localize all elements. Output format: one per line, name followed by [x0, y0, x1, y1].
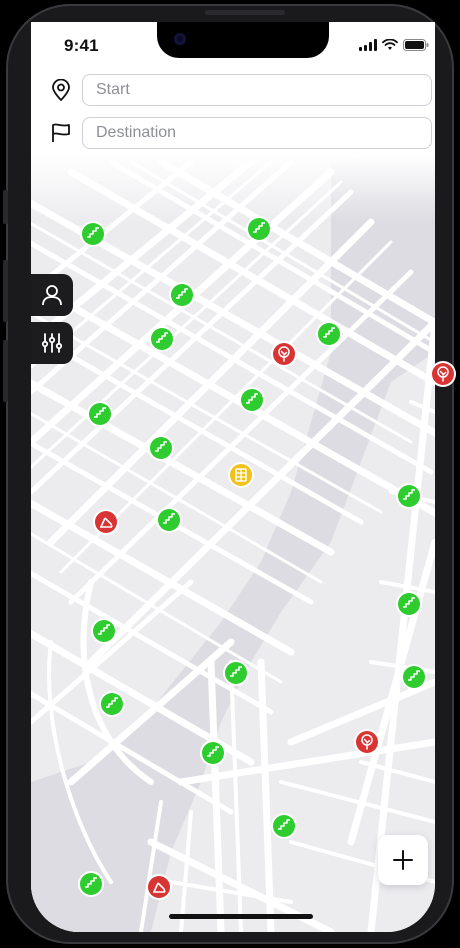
- home-indicator: [169, 914, 313, 919]
- stairs-icon: [85, 877, 97, 888]
- plus-icon: [393, 850, 413, 870]
- signal-icon: [359, 39, 377, 51]
- stairs-icon: [403, 489, 415, 500]
- stairs-marker[interactable]: [80, 873, 102, 895]
- stairs-icon: [323, 327, 335, 338]
- front-camera: [174, 33, 186, 45]
- speaker-grille: [205, 10, 285, 15]
- stairs-marker[interactable]: [158, 509, 180, 531]
- stairs-marker[interactable]: [89, 403, 111, 425]
- stairs-icon: [87, 227, 99, 238]
- stairs-icon: [106, 697, 118, 708]
- stairs-marker[interactable]: [248, 218, 270, 240]
- ramp-marker[interactable]: [95, 511, 117, 533]
- stairs-marker[interactable]: [150, 437, 172, 459]
- stairs-marker[interactable]: [202, 742, 224, 764]
- stairs-icon: [230, 666, 242, 677]
- volume-up-button: [3, 260, 8, 322]
- battery-icon: [403, 39, 429, 51]
- filter-button[interactable]: [31, 322, 73, 364]
- stairs-marker[interactable]: [101, 693, 123, 715]
- flag-icon: [50, 122, 72, 144]
- profile-button[interactable]: [31, 274, 73, 316]
- stairs-marker[interactable]: [151, 328, 173, 350]
- tree-icon: [437, 366, 449, 382]
- stairs-icon: [278, 819, 290, 830]
- stairs-marker[interactable]: [82, 223, 104, 245]
- stairs-icon: [403, 597, 415, 608]
- stairs-marker[interactable]: [398, 485, 420, 507]
- wifi-icon: [382, 39, 398, 50]
- tree-icon: [278, 346, 290, 362]
- destination-input[interactable]: Destination: [82, 117, 432, 149]
- ramp-marker[interactable]: [148, 876, 170, 898]
- stairs-marker[interactable]: [318, 323, 340, 345]
- stairs-icon: [207, 746, 219, 757]
- ramp-icon: [153, 882, 166, 893]
- stairs-icon: [94, 407, 106, 418]
- stairs-marker[interactable]: [171, 284, 193, 306]
- tree-marker[interactable]: [356, 731, 378, 753]
- ramp-icon: [100, 517, 113, 528]
- stairs-marker[interactable]: [398, 593, 420, 615]
- stairs-marker[interactable]: [93, 620, 115, 642]
- stairs-icon: [176, 288, 188, 299]
- start-input[interactable]: Start: [82, 74, 432, 106]
- stairs-icon: [155, 441, 167, 452]
- tree-marker[interactable]: [432, 363, 454, 385]
- stairs-marker[interactable]: [241, 389, 263, 411]
- status-time: 9:41: [64, 36, 99, 55]
- tree-icon: [361, 734, 373, 750]
- destination-row: [50, 122, 72, 144]
- building-marker[interactable]: [230, 464, 252, 486]
- stairs-icon: [98, 624, 110, 635]
- start-row: [50, 79, 72, 101]
- stairs-marker[interactable]: [403, 666, 425, 688]
- tree-marker[interactable]: [273, 343, 295, 365]
- add-button[interactable]: [378, 835, 428, 885]
- stairs-icon: [253, 222, 265, 233]
- stairs-icon: [246, 393, 258, 404]
- stairs-icon: [408, 670, 420, 681]
- mute-switch: [3, 190, 8, 224]
- stairs-icon: [163, 513, 175, 524]
- stairs-icon: [156, 332, 168, 343]
- building-icon: [235, 468, 247, 482]
- user-icon: [42, 285, 62, 306]
- sliders-icon: [41, 333, 63, 353]
- stairs-marker[interactable]: [225, 662, 247, 684]
- volume-down-button: [3, 340, 8, 402]
- stairs-marker[interactable]: [273, 815, 295, 837]
- location-pin-icon: [50, 79, 72, 101]
